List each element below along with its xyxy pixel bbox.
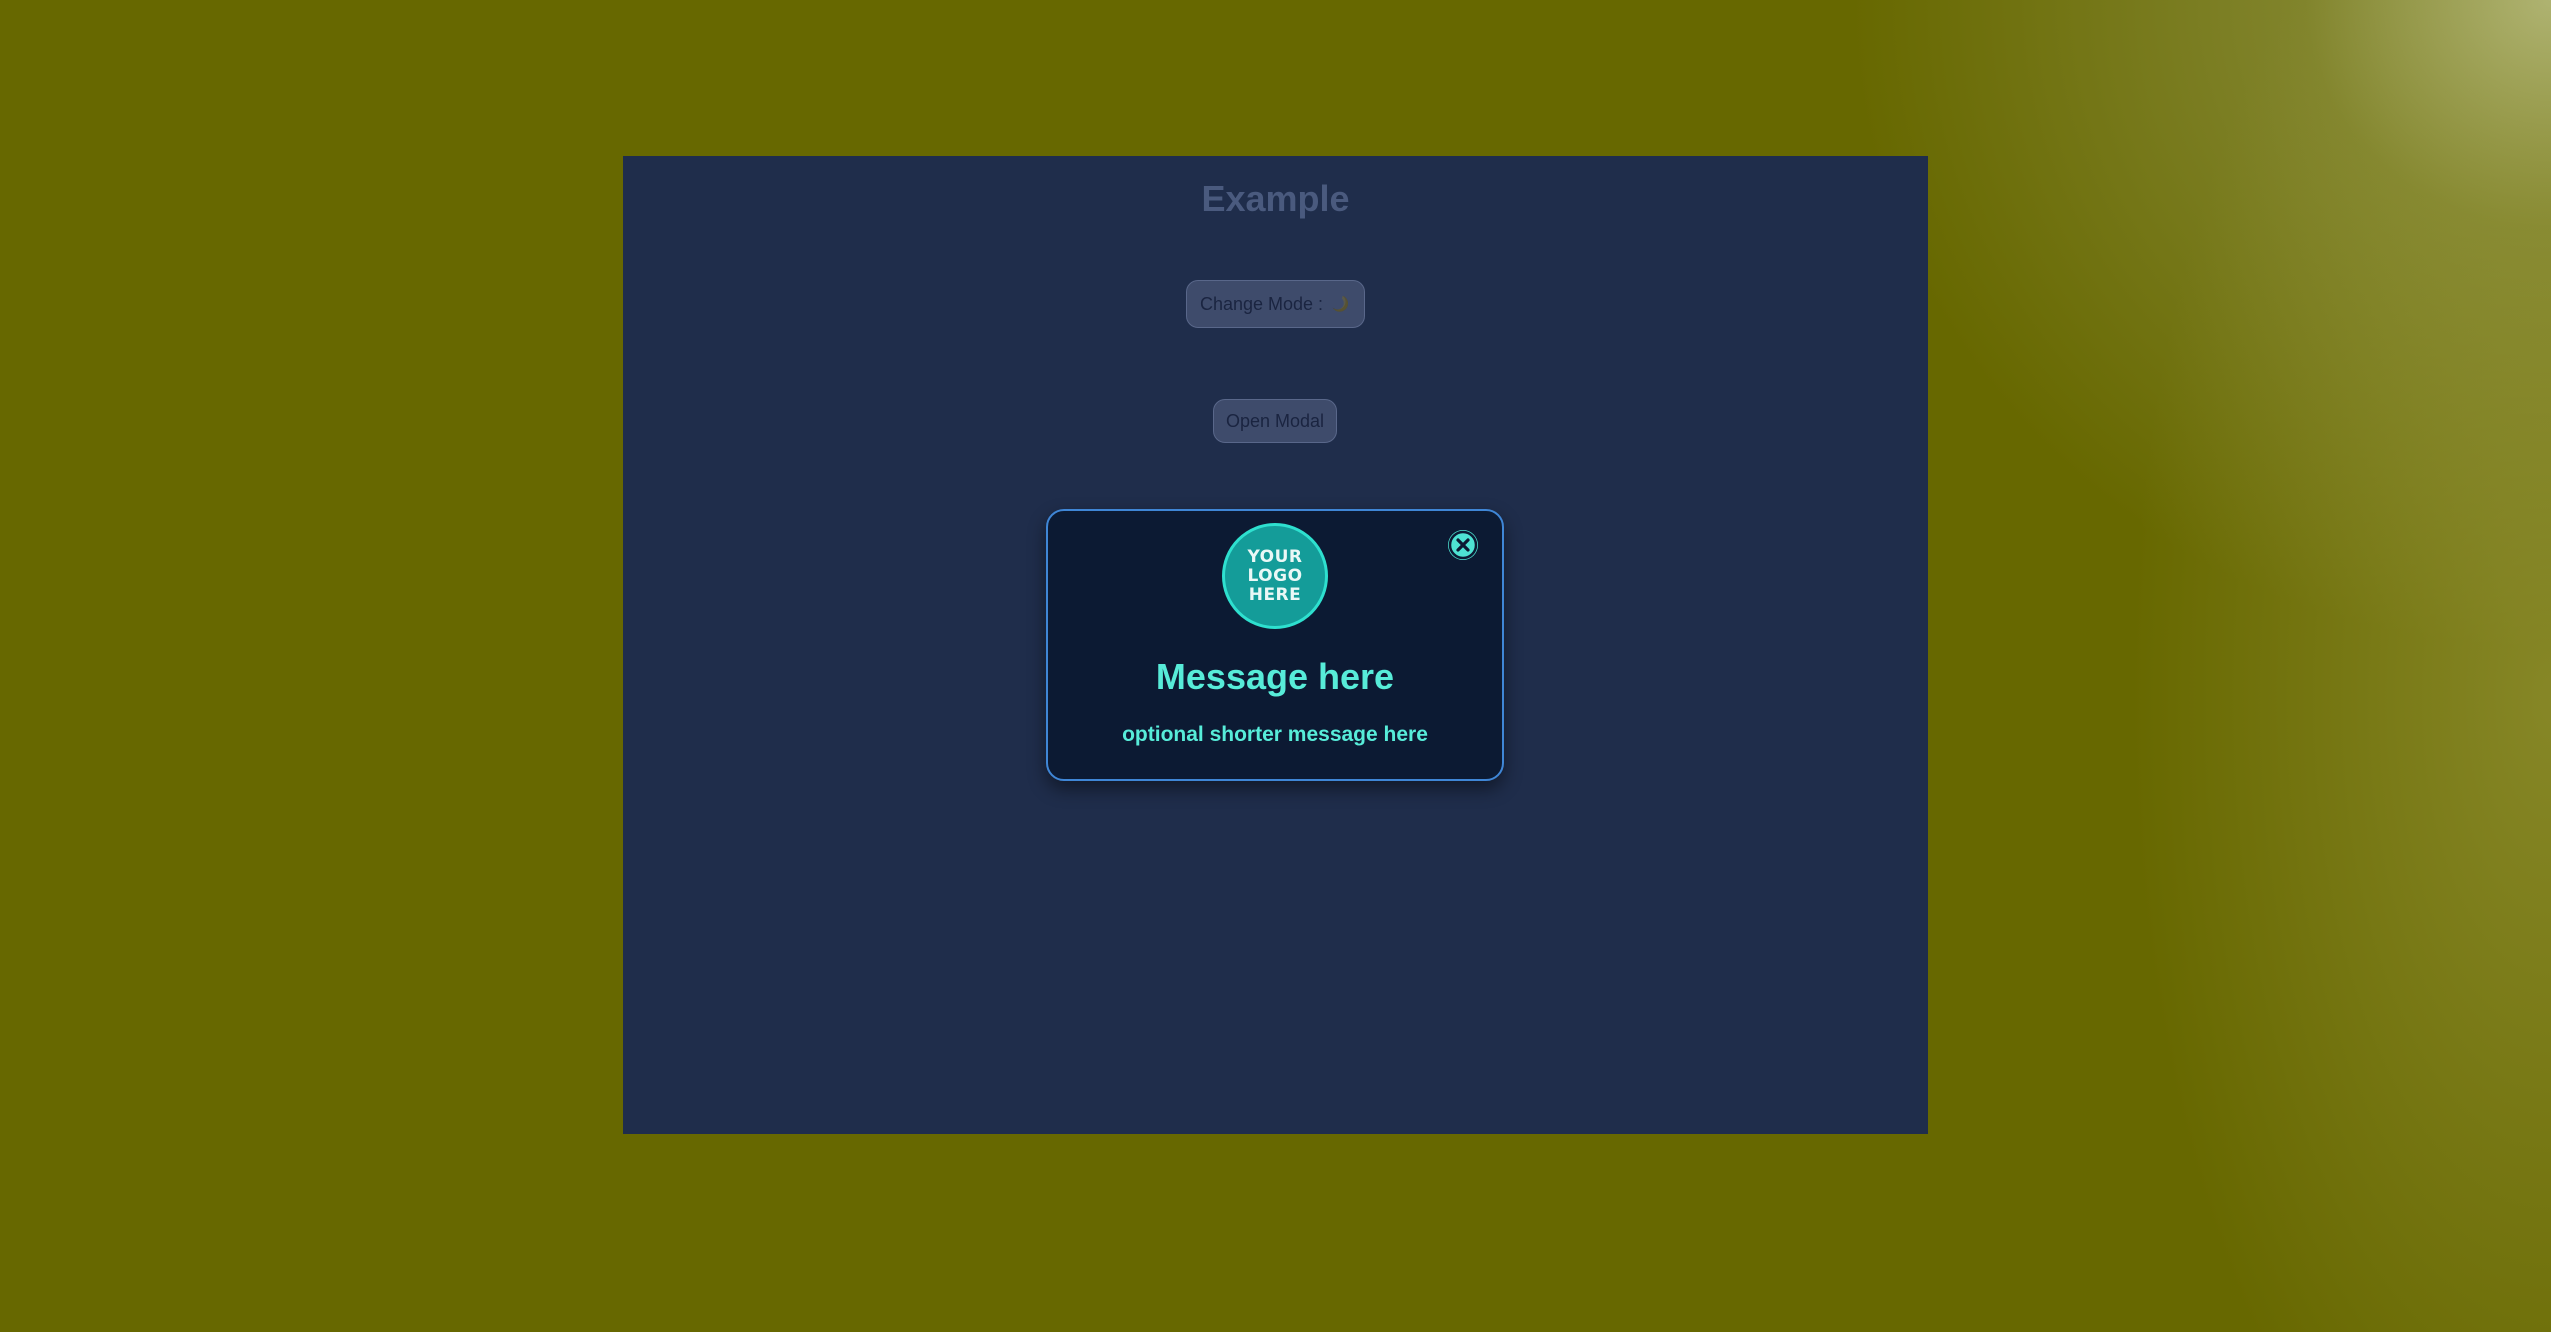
change-mode-label: Change Mode : <box>1199 293 1324 314</box>
modal-message: Message here <box>1155 656 1395 697</box>
logo-line: HERE <box>1248 584 1302 605</box>
modal-submessage: optional shorter message here <box>1122 723 1428 746</box>
page-title: Example <box>1201 178 1350 219</box>
logo-line: YOUR <box>1247 546 1303 567</box>
modal-dialog: YOUR LOGO HERE Message here optional sho… <box>1046 509 1504 781</box>
modal-close-button[interactable] <box>1448 530 1478 560</box>
app-window: Example Change Mode : Open Modal YOUR LO… <box>623 156 1928 1134</box>
change-mode-button[interactable]: Change Mode : <box>1186 280 1365 328</box>
close-icon <box>1448 530 1478 560</box>
open-modal-button[interactable]: Open Modal <box>1213 399 1337 443</box>
logo: YOUR LOGO HERE <box>1222 523 1328 629</box>
logo-line: LOGO <box>1247 565 1303 586</box>
moon-icon <box>1332 295 1349 312</box>
